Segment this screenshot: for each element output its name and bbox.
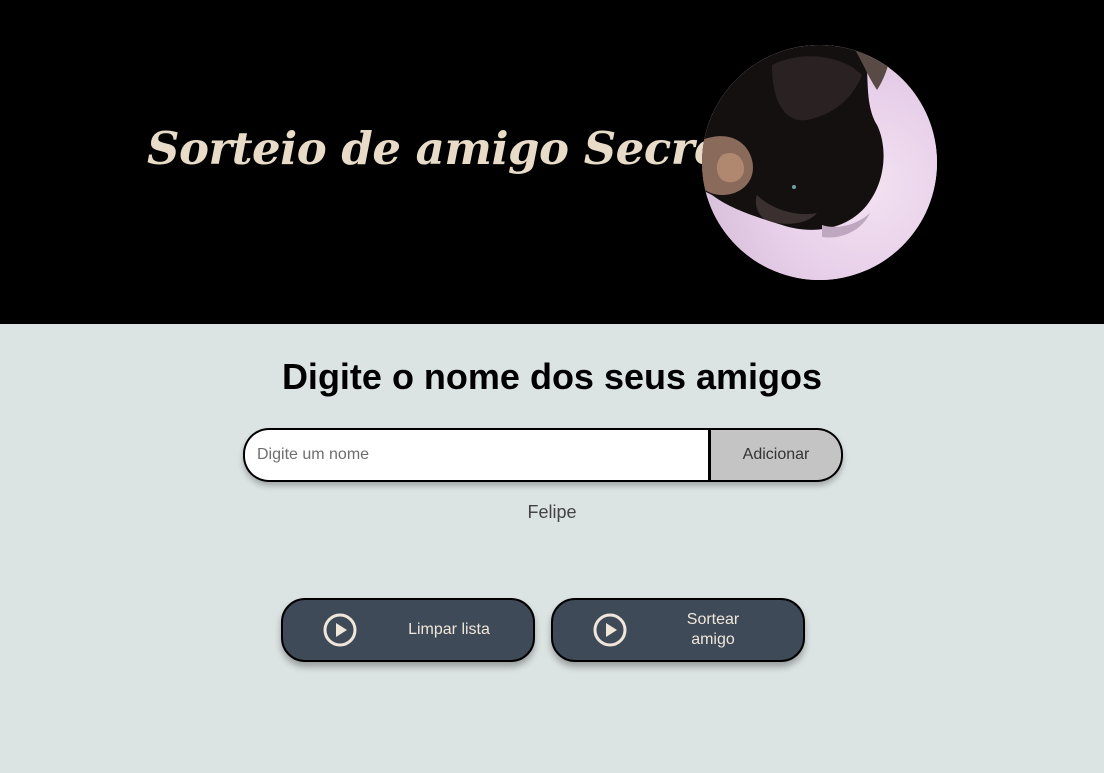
name-input-group: Adicionar xyxy=(243,428,843,482)
name-input[interactable] xyxy=(243,428,708,482)
friend-list-item: Felipe xyxy=(527,502,577,522)
cat-photo xyxy=(702,45,937,280)
cat-photo-image xyxy=(702,45,937,280)
main-section: Digite o nome dos seus amigos Adicionar … xyxy=(0,324,1104,773)
draw-friend-label: Sortear amigo xyxy=(686,611,740,648)
play-circle-icon xyxy=(323,613,357,647)
clear-list-label: Limpar lista xyxy=(408,621,490,638)
friends-list: Felipe xyxy=(0,500,1104,524)
play-circle-icon xyxy=(593,613,627,647)
clear-list-button[interactable]: Limpar lista xyxy=(281,598,535,662)
section-title: Digite o nome dos seus amigos xyxy=(281,356,823,397)
header-title: Sorteio de amigo Secreto xyxy=(147,122,772,175)
draw-friend-button[interactable]: Sortear amigo xyxy=(551,598,805,662)
add-button[interactable]: Adicionar xyxy=(708,428,843,482)
header: Sorteio de amigo Secreto xyxy=(0,0,1104,324)
